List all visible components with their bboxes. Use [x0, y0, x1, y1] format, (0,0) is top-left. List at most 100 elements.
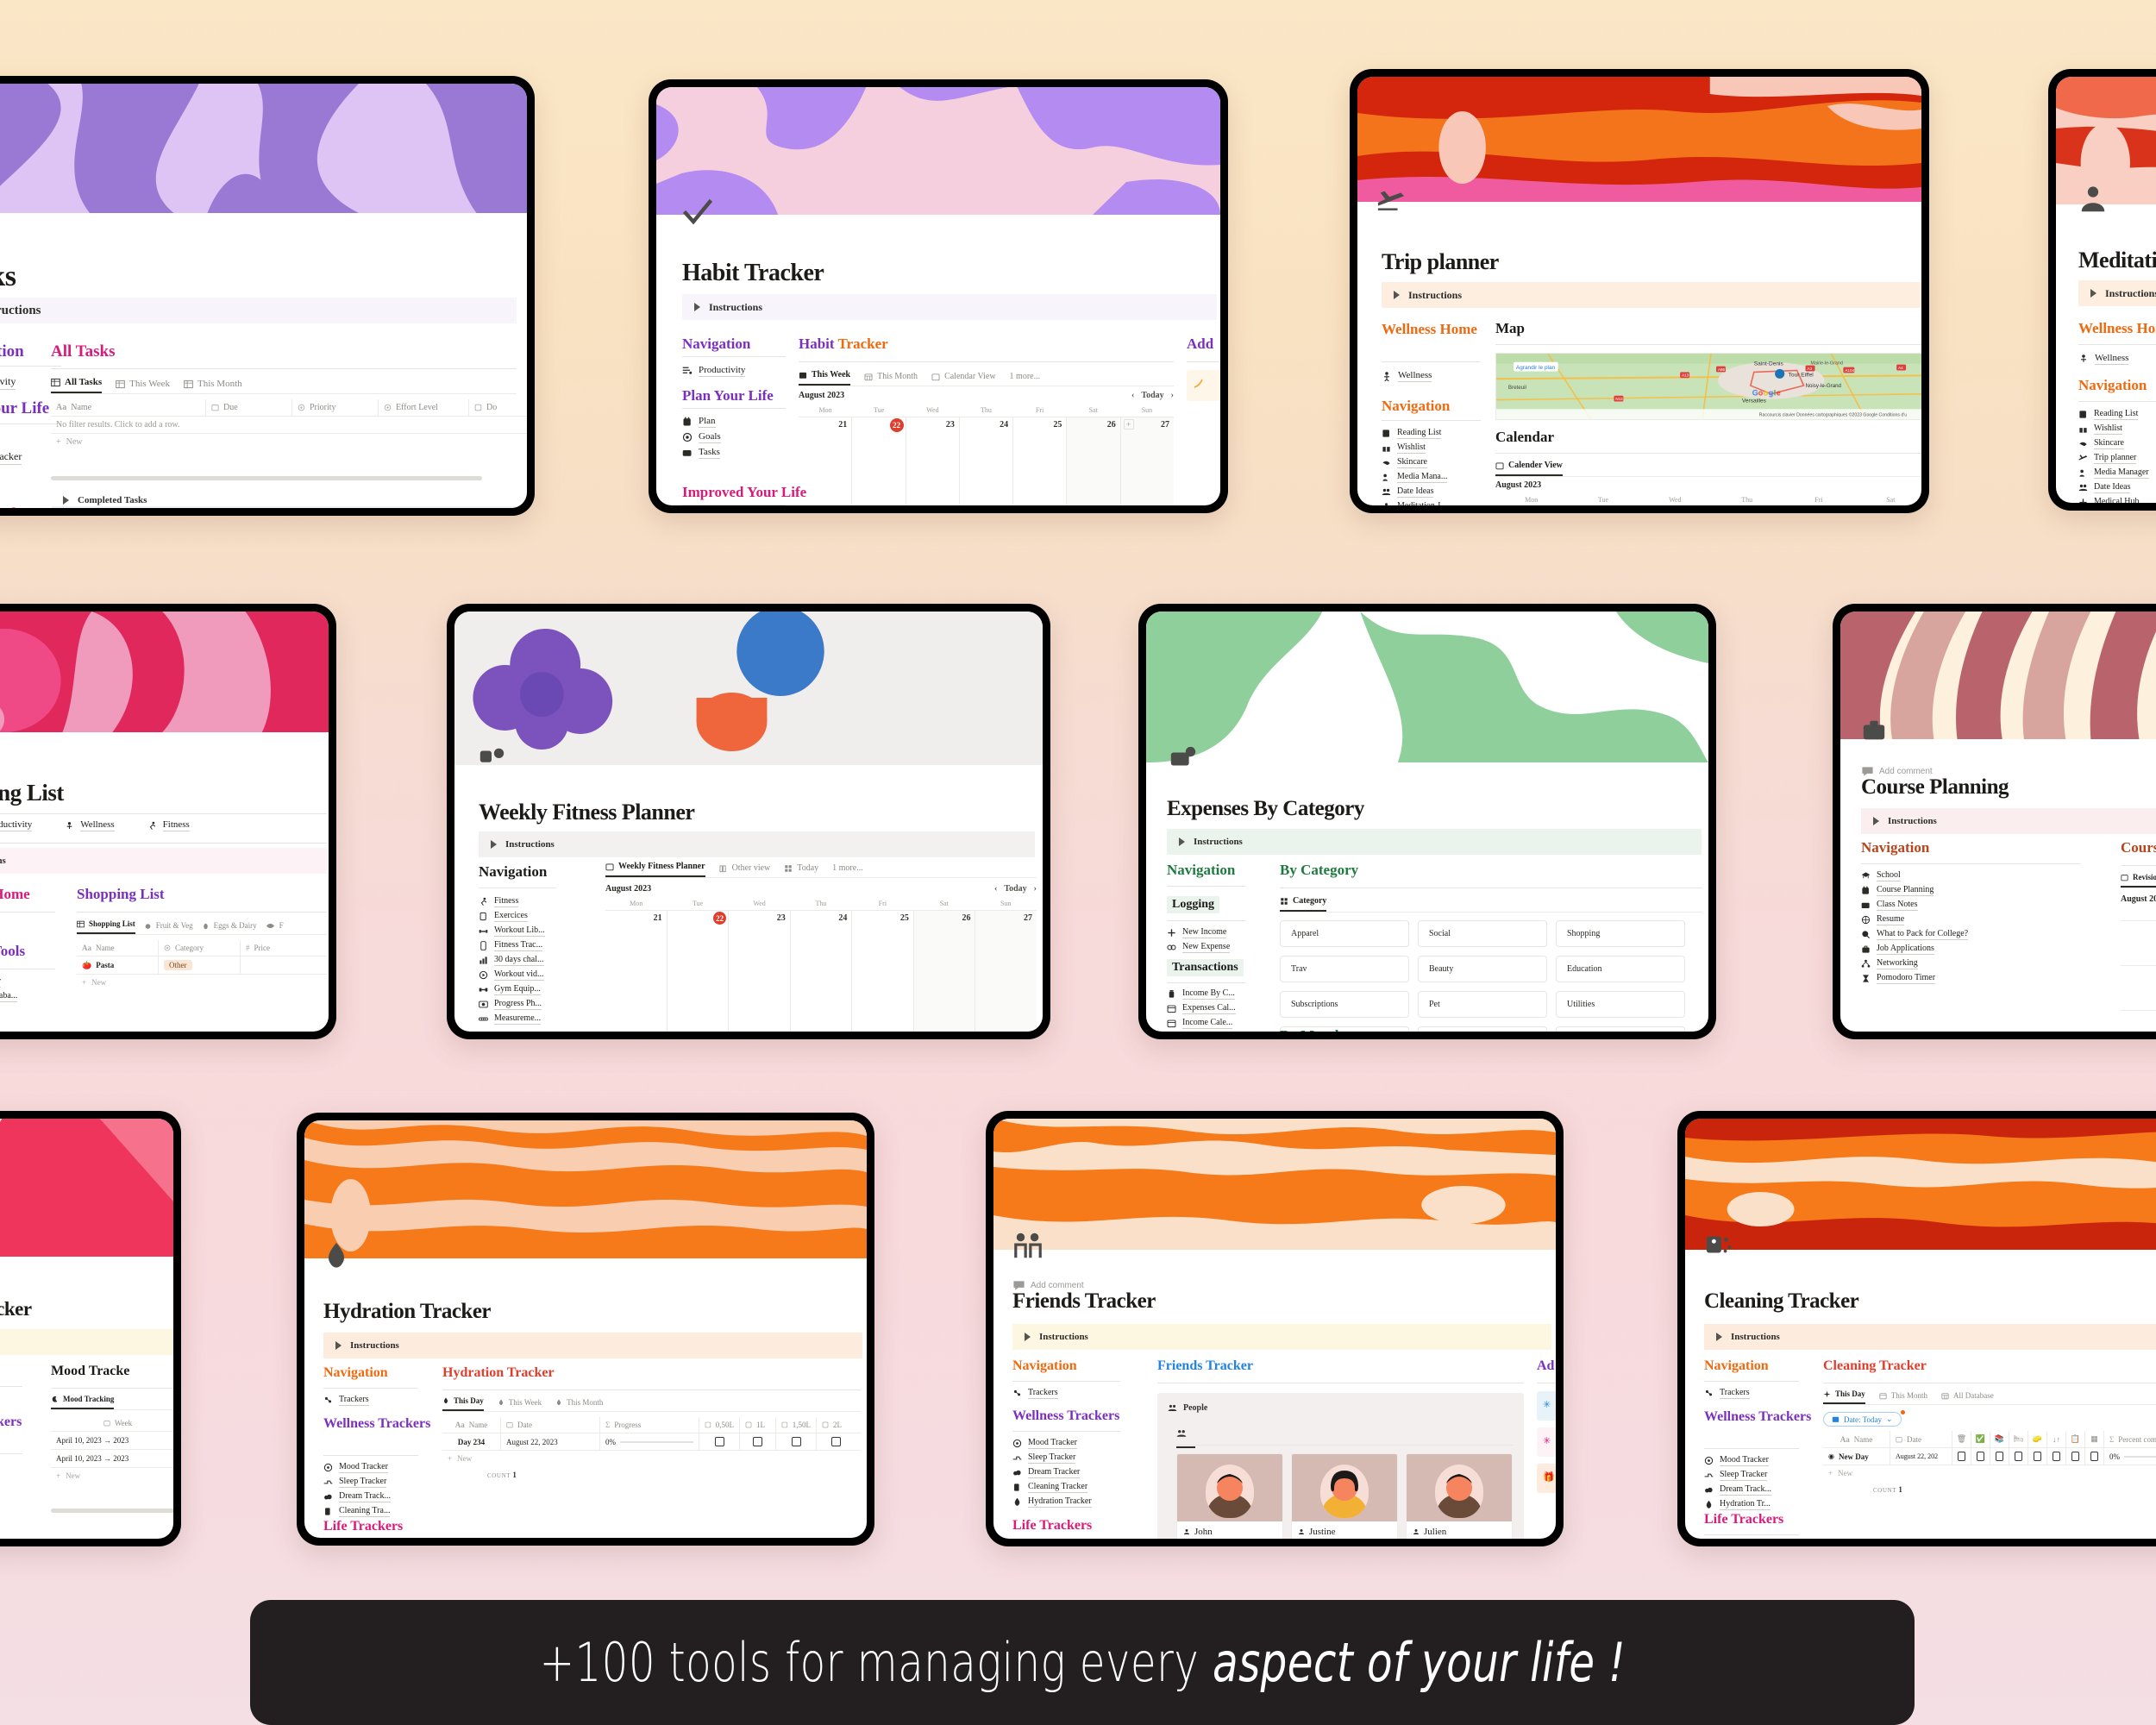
tab-other-view[interactable]: Other view — [719, 863, 770, 877]
calendar-nav[interactable]: ‹ Today › — [1131, 391, 1174, 400]
sidebar-item-dream-tracker[interactable]: Dream Track... — [323, 1491, 391, 1502]
sidebar-item-wellness[interactable]: Wellness — [1382, 370, 1432, 382]
sidebar-item-goals[interactable]: Goals — [682, 431, 721, 443]
add-event-button[interactable]: + — [1123, 419, 1134, 430]
sidebar-item-reading-list[interactable]: Reading List — [1382, 428, 1447, 439]
person-card[interactable]: John Family 27 June 10, 2024 12:00 PM — [1176, 1453, 1283, 1539]
sidebar-item-resume[interactable]: Resume — [1861, 914, 1968, 925]
sidebar-item-medical-hub[interactable]: Medical Hub — [2078, 497, 2149, 503]
task-checkbox[interactable] — [2034, 1452, 2041, 1461]
sidebar-item-ingredients-database[interactable]: Ingredients Databa... — [0, 991, 18, 1002]
sidebar-item-income-calendar[interactable]: Income Cale... — [1167, 1018, 1236, 1029]
course-calendar[interactable]: August 2023 MonTue 31 7 14 — [2121, 894, 2156, 1032]
tab-fruit-veg[interactable]: Fruit & Veg — [144, 921, 193, 934]
tab-this-month[interactable]: This Month — [864, 372, 918, 386]
instructions-toggle[interactable]: Instructions — [1382, 282, 1921, 308]
category-chip[interactable]: Education — [1556, 956, 1685, 982]
sidebar-item-class-notes[interactable]: Class Notes — [1861, 900, 1968, 911]
instructions-toggle[interactable]: Instructions — [1861, 808, 2156, 834]
sidebar-item-plan[interactable]: Plan — [0, 432, 22, 447]
sidebar-item-cleaning-tracker[interactable]: Cleaning Tracker — [1012, 1482, 1092, 1493]
filter-pill-wrap[interactable]: Date: Today ⌄ — [1823, 1410, 1905, 1427]
add-callout[interactable] — [1187, 370, 1220, 401]
view-tabs-shopping[interactable]: Shopping List Fruit & Veg Eggs & Dairy F — [77, 919, 327, 935]
add-callout-pink[interactable]: ✳ — [1537, 1427, 1556, 1457]
habit-calendar[interactable]: August 2023 ‹ Today › Mon Tue Wed Thu Fri Sat S… — [799, 391, 1174, 505]
instructions-toggle[interactable]: Instructions — [2078, 280, 2156, 306]
sidebar-item-productivity[interactable]: Productivity — [0, 375, 16, 390]
checkbox-2l[interactable] — [831, 1437, 841, 1446]
calendar-grid[interactable]: 21 22 23 24 25 26 +27 — [799, 417, 1174, 505]
instructions-toggle[interactable]: Instructions — [682, 294, 1217, 320]
tab-category[interactable]: Category — [1280, 896, 1327, 912]
sidebar-item-mood-tracker[interactable]: Mood Tracker — [1704, 1455, 1771, 1466]
sidebar-item-wishlist[interactable]: Wishlist — [2078, 423, 2149, 435]
category-chip[interactable]: Pet — [1418, 991, 1547, 1018]
sidebar-item-pomodoro-timer[interactable]: Pomodoro Timer — [1861, 973, 1968, 984]
sidebar-item-recipes-gallery[interactable]: Recipes Gallery — [0, 976, 17, 988]
category-chip[interactable]: Social — [1418, 920, 1547, 947]
instructions-toggle[interactable]: Instructions — [479, 831, 1035, 857]
top-nav-shopping[interactable]: ℮ Productivity Wellness Fitness — [0, 819, 327, 832]
calendar-grid[interactable]: 31 — [2121, 920, 2156, 965]
sidebar-item-date-ideas[interactable]: Date Ideas — [1382, 486, 1447, 498]
tab-this-week[interactable]: This Week — [799, 370, 851, 386]
tab-more[interactable]: F — [266, 921, 284, 934]
card-meditation[interactable]: Meditatio Instructions Wellness Hom Well… — [2048, 69, 2156, 511]
task-checkbox[interactable] — [2090, 1452, 2098, 1461]
tab-this-day[interactable]: This Day — [1823, 1389, 1865, 1404]
sidebar-item-dream-tracker[interactable]: Dream Track... — [1704, 1484, 1771, 1496]
view-tabs-fitness[interactable]: Weekly Fitness Planner Other view Today … — [605, 862, 1037, 878]
sidebar-item-habit-tracker[interactable]: Habit Tracker — [0, 450, 22, 465]
card-cleaning-tracker[interactable]: Cleaning Tracker Instructions Navigation… — [1677, 1111, 2156, 1546]
tab-this-month[interactable]: This Month — [184, 379, 242, 393]
tab-calendar-view[interactable]: Calender View — [1495, 461, 1563, 476]
trip-calendar[interactable]: August 2023 MonTueWed ThuFriSat 31 Aug 1… — [1495, 480, 1921, 505]
sidebar-item-sleep-tracker[interactable]: Sleep Tracker — [1704, 1470, 1771, 1481]
category-chip[interactable] — [1556, 1026, 1685, 1032]
sidebar-item-course-planning[interactable]: Course Planning — [1861, 885, 1968, 896]
sidebar-item-date-ideas[interactable]: Date Ideas — [2078, 482, 2149, 493]
card-habit-tracker[interactable]: Habit Tracker Instructions Navigation Pr… — [649, 79, 1228, 513]
card-course-planning[interactable]: Add comment Course Planning Instructions… — [1833, 604, 2156, 1039]
tab-eggs-dairy[interactable]: Eggs & Dairy — [202, 921, 257, 934]
card-tasks[interactable]: Tasks Instructions Navigation Productivi… — [0, 76, 535, 516]
sidebar-item-trackers[interactable]: Trackers — [323, 1395, 369, 1406]
instructions-toggle[interactable]: Instructions — [1167, 829, 1702, 855]
sidebar-item-goals[interactable]: Goals — [0, 468, 22, 483]
tasks-table[interactable]: Aa Name Due Priority Effort Level Do No f… — [51, 399, 527, 450]
card-hydration-tracker[interactable]: Hydration Tracker Instructions Navigatio… — [297, 1113, 874, 1546]
sidebar-item-sleep-tracker[interactable]: Sleep Tracker — [1012, 1452, 1092, 1464]
tab-this-month[interactable]: This Month — [1879, 1391, 1927, 1404]
checkbox-150l[interactable] — [791, 1437, 801, 1446]
tab-calendar-view[interactable]: Calendar View — [931, 372, 996, 386]
category-chip[interactable]: Trav — [1280, 956, 1409, 982]
category-chip[interactable]: Utilities — [1556, 991, 1685, 1018]
sidebar-item-plan[interactable]: Plan — [682, 416, 721, 428]
add-row-button[interactable]: + New — [51, 434, 527, 450]
view-tabs-cleaning[interactable]: This Day This Month All Database — [1823, 1389, 2156, 1405]
person-card[interactable]: Julien Friend 28 September 11, 2023 12:0… — [1406, 1453, 1513, 1539]
card-shopping-list[interactable]: Shopping List ℮ Productivity Wellness Fi… — [0, 604, 336, 1039]
hydration-table[interactable]: Aa Name Date Σ Progress 0,50L 1L 1,50L 2L … — [442, 1417, 861, 1484]
horizontal-scrollbar[interactable] — [51, 476, 482, 480]
sidebar-item-skincare[interactable]: Skincare — [2078, 438, 2149, 449]
calendar-grid[interactable]: 21 22 23 24 25 26 27 — [605, 910, 1037, 1032]
card-mood-tracker[interactable]: Mood Tracker Instructions Navigation Tra… — [0, 1111, 181, 1546]
calendar-nav[interactable]: ‹ Today › — [994, 884, 1037, 894]
task-checkbox[interactable] — [2053, 1452, 2060, 1461]
task-checkbox[interactable] — [1958, 1452, 1965, 1461]
sidebar-item-tasks[interactable]: Tasks — [682, 447, 721, 459]
tab-mood-tracking[interactable]: Mood Tracking — [51, 1395, 115, 1409]
tab-weekly-fitness-planner[interactable]: Weekly Fitness Planner — [605, 862, 705, 877]
sidebar-item-workout-videos[interactable]: Workout vid... — [479, 969, 545, 981]
topnav-item-productivity[interactable]: Productivity — [0, 819, 33, 831]
sidebar-item-mood-tracker[interactable]: Mood Tracker — [1012, 1438, 1092, 1449]
sidebar-item-new-income[interactable]: New Income — [1167, 927, 1230, 938]
sidebar-item-new-expense[interactable]: New Expense — [1167, 942, 1231, 953]
horizontal-scrollbar[interactable] — [51, 1509, 173, 1513]
tab-this-week[interactable]: This Week — [116, 379, 170, 393]
view-tabs-habit[interactable]: This Week This Month Calendar View 1 mor… — [799, 370, 1174, 386]
tab-this-week[interactable]: This Week — [498, 1398, 542, 1411]
cleaning-table[interactable]: Aa Name Date 🗑 ✅ 📚 🛏 🧽 ↓↑ 📋 ▦ Σ Percent co… — [1823, 1431, 2156, 1498]
